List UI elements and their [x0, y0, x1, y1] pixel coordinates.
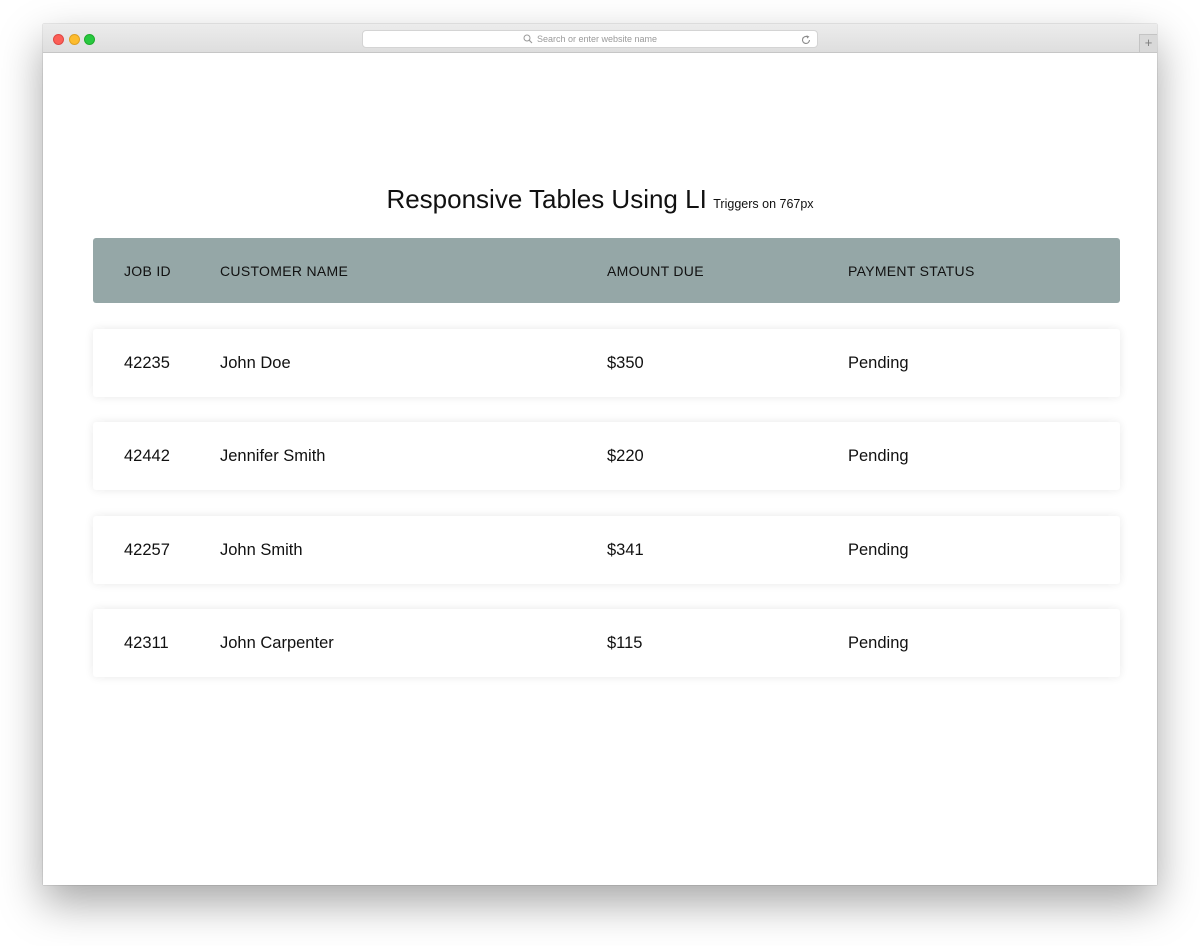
page-subtitle: Triggers on 767px [713, 197, 814, 211]
column-header-payment-status: PAYMENT STATUS [848, 262, 975, 279]
table-header: JOB ID CUSTOMER NAME AMOUNT DUE PAYMENT … [93, 238, 1120, 303]
page-heading: Responsive Tables Using LI Triggers on 7… [43, 184, 1157, 215]
table-row: 42235 John Doe $350 Pending [93, 329, 1120, 397]
customer-name-cell: Jennifer Smith [220, 446, 326, 465]
payment-status-cell: Pending [848, 633, 909, 652]
minimize-window-button[interactable] [69, 34, 80, 45]
search-icon [523, 34, 533, 44]
job-id-cell: 42257 [124, 540, 170, 559]
page-title: Responsive Tables Using LI [386, 184, 707, 214]
column-header-customer-name: CUSTOMER NAME [220, 262, 349, 279]
table-row: 42311 John Carpenter $115 Pending [93, 609, 1120, 677]
payment-status-cell: Pending [848, 540, 909, 559]
amount-due-cell: $115 [607, 633, 643, 652]
address-placeholder: Search or enter website name [536, 34, 658, 44]
amount-due-cell: $341 [607, 540, 644, 559]
column-header-amount-due: AMOUNT DUE [607, 262, 704, 279]
new-tab-button[interactable]: + [1139, 34, 1157, 52]
customer-name-cell: John Smith [220, 540, 303, 559]
amount-due-cell: $220 [607, 446, 644, 465]
browser-window: Search or enter website name + Responsiv… [43, 24, 1157, 885]
maximize-window-button[interactable] [84, 34, 95, 45]
page-content: Responsive Tables Using LI Triggers on 7… [43, 53, 1157, 885]
job-id-cell: 42311 [124, 633, 169, 652]
title-bar: Search or enter website name + [43, 24, 1157, 53]
job-id-cell: 42442 [124, 446, 170, 465]
customer-name-cell: John Doe [220, 353, 291, 372]
payment-status-cell: Pending [848, 446, 909, 465]
payment-status-cell: Pending [848, 353, 909, 372]
table-row: 42442 Jennifer Smith $220 Pending [93, 422, 1120, 490]
column-header-job-id: JOB ID [124, 262, 171, 279]
address-bar[interactable]: Search or enter website name [362, 30, 818, 48]
customer-name-cell: John Carpenter [220, 633, 334, 652]
reload-icon[interactable] [800, 33, 812, 45]
job-id-cell: 42235 [124, 353, 170, 372]
amount-due-cell: $350 [607, 353, 644, 372]
table-row: 42257 John Smith $341 Pending [93, 516, 1120, 584]
close-window-button[interactable] [53, 34, 64, 45]
